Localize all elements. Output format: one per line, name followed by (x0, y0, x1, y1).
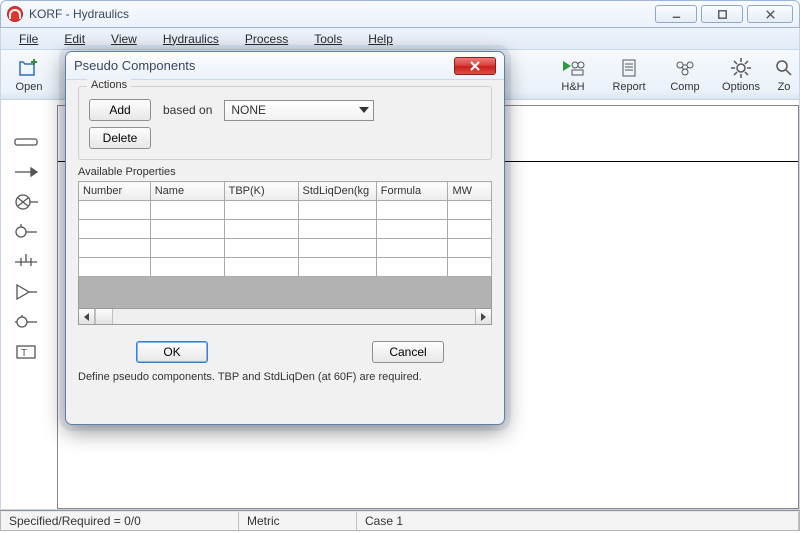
pseudo-components-dialog: Pseudo Components Actions Add based on N… (65, 51, 505, 425)
palette-arrow-icon[interactable] (5, 160, 47, 184)
menu-process[interactable]: Process (233, 30, 300, 48)
palette-junction-icon[interactable] (5, 310, 47, 334)
table-row[interactable] (79, 220, 492, 239)
open-icon (16, 57, 42, 79)
cancel-button[interactable]: Cancel (372, 341, 444, 363)
based-on-value: NONE (231, 103, 266, 117)
palette-pump-icon[interactable] (5, 190, 47, 214)
actions-group: Actions Add based on NONE Delete (78, 86, 492, 160)
col-mw[interactable]: MW (448, 182, 492, 201)
menu-help[interactable]: Help (356, 30, 405, 48)
comp-icon (672, 57, 698, 79)
actions-legend: Actions (87, 79, 131, 91)
scroll-left-button[interactable] (79, 309, 95, 324)
available-properties: Available Properties Number Name TBP(K) … (78, 166, 492, 329)
toolbar-zoom-label: Zo (778, 81, 791, 93)
window-titlebar: KORF - Hydraulics (0, 0, 800, 28)
status-units: Metric (239, 512, 357, 530)
grid-footer (78, 277, 492, 309)
status-spec: Specified/Required = 0/0 (1, 512, 239, 530)
window-title: KORF - Hydraulics (29, 7, 129, 21)
col-stdliq[interactable]: StdLiqDen(kg (298, 182, 376, 201)
add-button[interactable]: Add (89, 99, 151, 121)
maximize-button[interactable] (701, 5, 743, 23)
menu-hydraulics[interactable]: Hydraulics (151, 30, 231, 48)
status-case: Case 1 (357, 512, 799, 530)
scroll-thumb[interactable] (95, 309, 113, 324)
col-tbp[interactable]: TBP(K) (224, 182, 298, 201)
run-icon (560, 57, 586, 79)
menu-tools[interactable]: Tools (302, 30, 354, 48)
col-number[interactable]: Number (79, 182, 151, 201)
report-icon (616, 57, 642, 79)
dialog-close-button[interactable] (454, 57, 496, 75)
properties-grid[interactable]: Number Name TBP(K) StdLiqDen(kg Formula … (78, 181, 492, 329)
zoom-icon (771, 57, 797, 79)
horizontal-scrollbar[interactable] (78, 309, 492, 325)
toolbar-open[interactable]: Open (1, 51, 57, 99)
menu-edit[interactable]: Edit (52, 30, 97, 48)
minimize-button[interactable] (655, 5, 697, 23)
col-name[interactable]: Name (150, 182, 224, 201)
delete-button[interactable]: Delete (89, 127, 151, 149)
gear-icon (728, 57, 754, 79)
dialog-title: Pseudo Components (74, 58, 195, 73)
statusbar: Specified/Required = 0/0 Metric Case 1 (0, 510, 800, 531)
toolbar-comp[interactable]: Comp (657, 51, 713, 99)
toolbar-options[interactable]: Options (713, 51, 769, 99)
toolbar-open-label: Open (16, 81, 43, 93)
palette-triangle-icon[interactable] (5, 280, 47, 304)
palette-tee-icon[interactable] (5, 250, 47, 274)
toolbar-report[interactable]: Report (601, 51, 657, 99)
menubar: File Edit View Hydraulics Process Tools … (0, 28, 800, 50)
palette-valve-icon[interactable] (5, 220, 47, 244)
toolbar-hh[interactable]: H&H (545, 51, 601, 99)
svg-text:T: T (21, 348, 27, 359)
menu-view[interactable]: View (99, 30, 149, 48)
ok-button[interactable]: OK (136, 341, 208, 363)
palette-text-icon[interactable]: T (5, 340, 47, 364)
toolbar-hh-label: H&H (561, 81, 584, 93)
app-icon (7, 6, 23, 22)
properties-table[interactable]: Number Name TBP(K) StdLiqDen(kg Formula … (78, 181, 492, 277)
tool-palette: T (5, 130, 47, 364)
dialog-hint: Define pseudo components. TBP and StdLiq… (78, 371, 492, 383)
chevron-down-icon (359, 107, 369, 113)
toolbar-comp-label: Comp (670, 81, 699, 93)
toolbar-options-label: Options (722, 81, 760, 93)
based-on-label: based on (163, 103, 212, 117)
close-button[interactable] (747, 5, 793, 23)
col-formula[interactable]: Formula (376, 182, 448, 201)
table-row[interactable] (79, 239, 492, 258)
menu-file[interactable]: File (7, 30, 50, 48)
based-on-combo[interactable]: NONE (224, 100, 374, 121)
scroll-right-button[interactable] (475, 309, 491, 324)
dialog-button-row: OK Cancel (78, 341, 492, 363)
window-controls (655, 5, 793, 23)
table-row[interactable] (79, 258, 492, 277)
available-label: Available Properties (78, 166, 492, 178)
toolbar-report-label: Report (612, 81, 645, 93)
dialog-titlebar: Pseudo Components (66, 52, 504, 80)
table-row[interactable] (79, 201, 492, 220)
palette-pipe-icon[interactable] (5, 130, 47, 154)
toolbar-zoom[interactable]: Zo (769, 51, 799, 99)
